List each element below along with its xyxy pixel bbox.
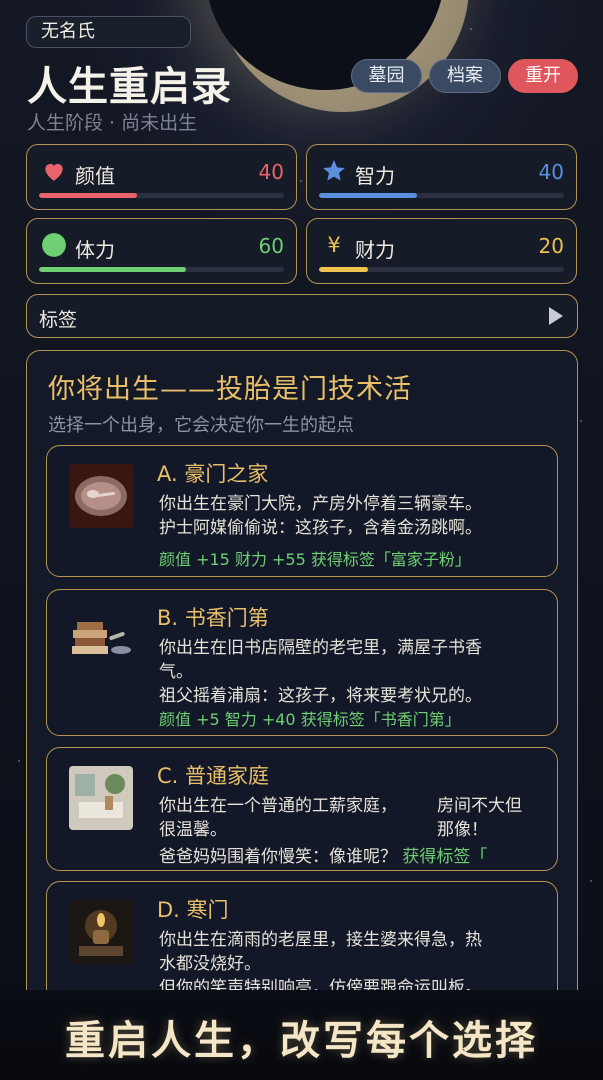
tags-label: 标签 bbox=[39, 309, 78, 331]
cozy-room-icon bbox=[69, 766, 133, 830]
option-card-b[interactable]: B. 书香门第 你出生在旧书店隔壁的老宅里，满屋子书香 气。 祖父摇着浦扇：这孩… bbox=[46, 589, 558, 736]
option-description-overlap: 房间不大但 那像！ bbox=[437, 794, 547, 842]
stat-value: 20 bbox=[538, 234, 564, 258]
page-title: 人生重启录 bbox=[27, 64, 232, 110]
stat-bar-fill bbox=[319, 267, 368, 272]
yen-icon: ¥ bbox=[327, 233, 341, 257]
play-arrow-icon bbox=[549, 307, 563, 325]
option-desc-line: 你出生在豪门大院，产房外停着三辆豪车。 bbox=[159, 494, 482, 514]
stat-card-wealth: ¥ 财力 20 bbox=[306, 218, 577, 284]
stat-bar-fill bbox=[39, 267, 186, 272]
stat-card-stamina: 体力 60 bbox=[26, 218, 297, 284]
option-description: 你出生在一个普通的工薪家庭， 很温馨。 bbox=[159, 794, 397, 842]
option-title: D. 寒门 bbox=[157, 898, 229, 922]
stat-bar-fill bbox=[39, 193, 137, 198]
option-description: 你出生在旧书店隔壁的老宅里，满屋子书香 气。 祖父摇着浦扇：这孩子，将来要考状兄… bbox=[159, 636, 482, 708]
oil-lamp-icon bbox=[69, 900, 133, 964]
option-desc-line: 气。 bbox=[159, 662, 193, 682]
stat-label: 颜值 bbox=[75, 164, 115, 188]
option-desc-line: 很温馨。 bbox=[159, 820, 227, 840]
option-desc-line: 那像！ bbox=[437, 820, 488, 840]
stat-label: 财力 bbox=[355, 238, 395, 262]
heart-icon bbox=[41, 158, 67, 184]
option-effect: 颜值 +5 智力 +40 获得标签「书香门第」 bbox=[159, 710, 461, 729]
option-effect: 颜值 +15 财力 +55 获得标签「富家子粉」 bbox=[159, 550, 471, 569]
panel-subtitle: 选择一个出身，它会决定你一生的起点 bbox=[48, 415, 354, 436]
stat-bar bbox=[39, 267, 284, 272]
panel-title: 你将出生——投胎是门技术活 bbox=[48, 374, 412, 405]
option-card-a[interactable]: A. 豪门之家 你出生在豪门大院，产房外停着三辆豪车。 护士阿媒偷偷说：这孩子，… bbox=[46, 445, 558, 577]
stat-card-appearance: 颜值 40 bbox=[26, 144, 297, 210]
option-effect: 获得标签「 bbox=[402, 847, 488, 867]
option-description: 你出生在豪门大院，产房外停着三辆豪车。 护士阿媒偷偷说：这孩子，含着金汤跳啊。 bbox=[159, 492, 482, 540]
option-title: B. 书香门第 bbox=[157, 606, 269, 630]
stat-card-intelligence: 智力 40 bbox=[306, 144, 577, 210]
stat-value: 60 bbox=[258, 234, 284, 258]
tags-expander[interactable]: 标签 bbox=[26, 294, 578, 338]
option-desc-line: 水都没烧好。 bbox=[159, 954, 261, 974]
books-scroll-icon bbox=[69, 610, 133, 674]
option-title: A. 豪门之家 bbox=[157, 462, 269, 486]
life-stage-text: 人生阶段 · 尚未出生 bbox=[27, 112, 198, 134]
option-desc-line: 护士阿媒偷偷说：这孩子，含着金汤跳啊。 bbox=[159, 518, 482, 538]
restart-button[interactable]: 重开 bbox=[508, 59, 578, 93]
stat-label: 智力 bbox=[355, 164, 395, 188]
stat-value: 40 bbox=[258, 160, 284, 184]
stat-bar bbox=[319, 193, 564, 198]
stat-label: 体力 bbox=[75, 238, 115, 262]
option-desc-line: 房间不大但 bbox=[437, 796, 522, 816]
option-desc-text: 爸爸妈妈围着你慢笑：像谁呢？ bbox=[159, 847, 397, 867]
circle-icon bbox=[41, 232, 67, 258]
option-desc-line: 祖父摇着浦扇：这孩子，将来要考状兄的。 bbox=[159, 686, 482, 706]
stat-bar bbox=[39, 193, 284, 198]
stat-bar-fill bbox=[319, 193, 417, 198]
birth-choice-panel: 你将出生——投胎是门技术活 选择一个出身，它会决定你一生的起点 A. 豪门之家 … bbox=[26, 350, 578, 1010]
option-desc-line: 你出生在旧书店隔壁的老宅里，满屋子书香 bbox=[159, 638, 482, 658]
promo-banner: 重启人生，改写每个选择 bbox=[0, 990, 603, 1080]
option-desc-line: 你出生在滴雨的老屋里，接生婆来得急，热 bbox=[159, 930, 482, 950]
star-icon bbox=[321, 158, 347, 184]
option-card-c[interactable]: C. 普通家庭 你出生在一个普通的工薪家庭， 很温馨。 房间不大但 那像！ 爸爸… bbox=[46, 747, 558, 871]
silver-spoon-plate-icon bbox=[69, 464, 133, 528]
archive-button[interactable]: 档案 bbox=[429, 59, 501, 93]
stat-bar bbox=[319, 267, 564, 272]
graveyard-button[interactable]: 墓园 bbox=[351, 59, 422, 93]
option-title: C. 普通家庭 bbox=[157, 764, 270, 788]
stat-value: 40 bbox=[538, 160, 564, 184]
option-desc-line: 你出生在一个普通的工薪家庭， bbox=[159, 796, 397, 816]
player-name-badge: 无名氏 bbox=[26, 16, 191, 48]
promo-banner-text: 重启人生，改写每个选择 bbox=[65, 1018, 538, 1064]
option-desc-line: 爸爸妈妈围着你慢笑：像谁呢？ 获得标签「 bbox=[159, 842, 487, 867]
